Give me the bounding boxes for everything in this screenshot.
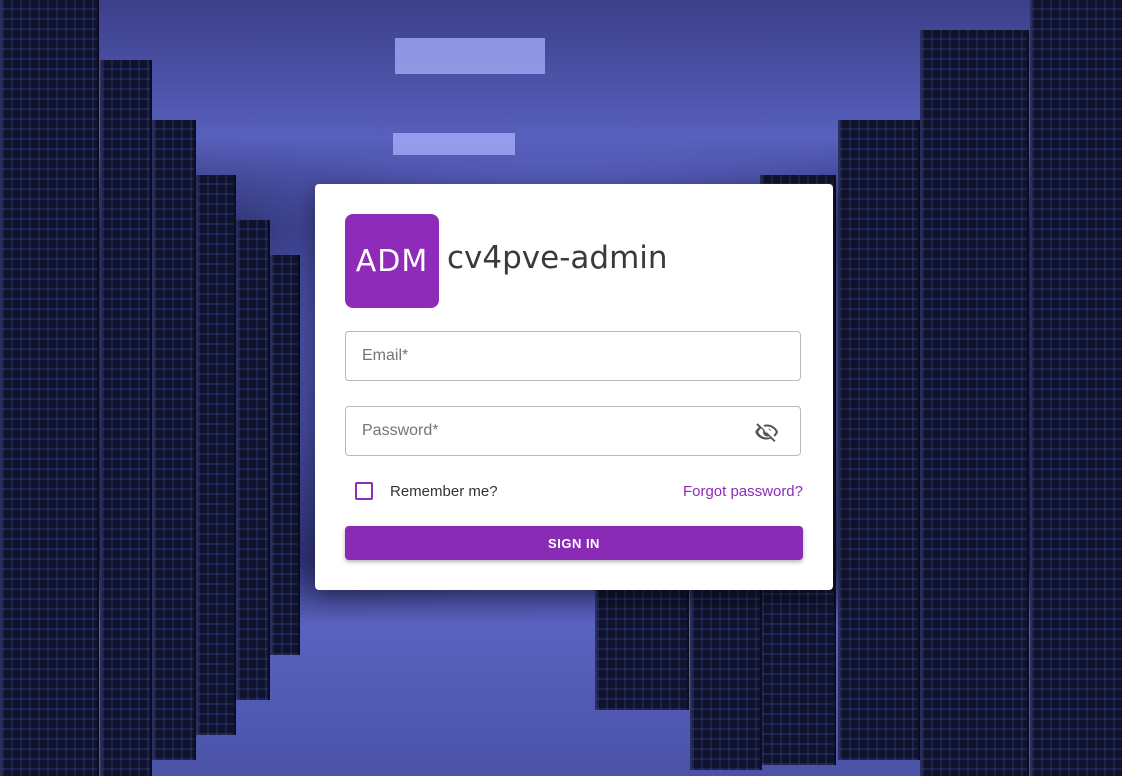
server-rack bbox=[920, 30, 1029, 776]
server-rack bbox=[196, 175, 236, 735]
server-rack bbox=[152, 120, 196, 760]
server-rack bbox=[838, 120, 920, 760]
eye-off-icon[interactable] bbox=[754, 420, 780, 444]
app-title: cv4pve-admin bbox=[447, 240, 668, 276]
remember-me-label[interactable]: Remember me? bbox=[390, 483, 498, 500]
server-rack bbox=[100, 60, 152, 776]
server-rack bbox=[595, 590, 689, 710]
remember-me-checkbox[interactable] bbox=[355, 482, 373, 500]
ceiling-light bbox=[393, 133, 515, 155]
password-input[interactable] bbox=[346, 407, 800, 455]
logo-text: ADM bbox=[355, 243, 429, 279]
server-rack bbox=[690, 580, 762, 770]
forgot-password-link[interactable]: Forgot password? bbox=[683, 483, 803, 500]
server-rack bbox=[270, 255, 300, 655]
app-logo: ADM bbox=[345, 214, 439, 308]
ceiling-light bbox=[395, 38, 545, 74]
email-field-container bbox=[345, 331, 801, 381]
remember-me: Remember me? bbox=[355, 482, 498, 500]
server-rack bbox=[236, 220, 270, 700]
server-rack bbox=[0, 0, 99, 776]
login-card: ADM cv4pve-admin Remember me? Forgot pas… bbox=[315, 184, 833, 590]
email-input[interactable] bbox=[346, 332, 800, 380]
server-rack bbox=[1030, 0, 1122, 776]
sign-in-button[interactable]: SIGN IN bbox=[345, 526, 803, 560]
password-field-container bbox=[345, 406, 801, 456]
